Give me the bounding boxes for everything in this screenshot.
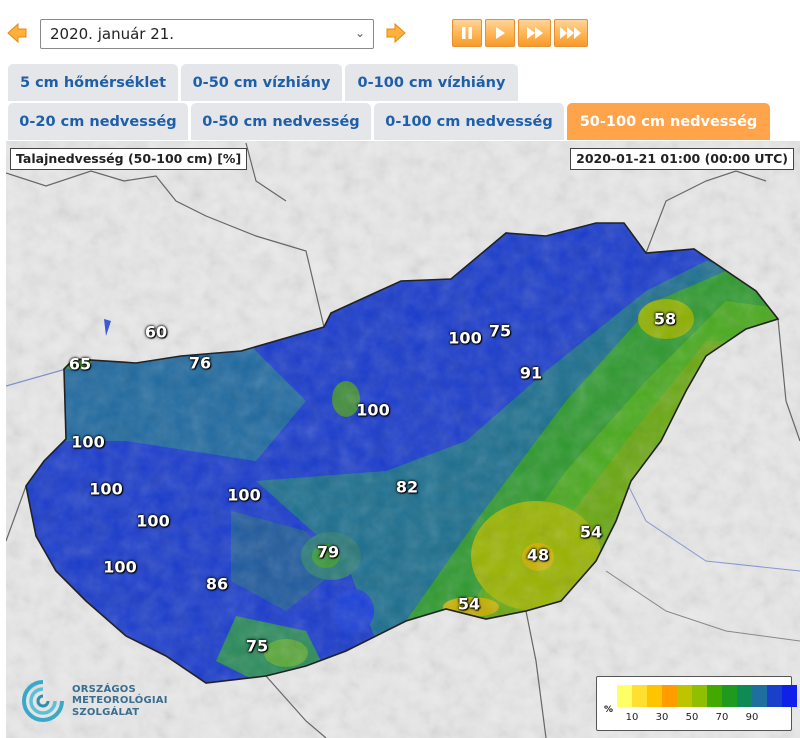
tab-0-50cm-water-deficit[interactable]: 0-50 cm vízhiány: [181, 64, 342, 101]
tab-0-20cm-moisture[interactable]: 0-20 cm nedvesség: [8, 103, 188, 140]
soil-moisture-map: Talajnedvesség (50-100 cm) [%] 2020-01-2…: [6, 141, 800, 738]
legend-tick-label: 70: [715, 712, 729, 723]
map-timestamp: 2020-01-21 01:00 (00:00 UTC): [570, 148, 794, 170]
color-legend: % 10 30 50 70 90: [596, 676, 797, 731]
legend-swatch: [722, 685, 737, 707]
map-value-label: 100: [356, 400, 390, 420]
fastest-forward-icon: [560, 27, 581, 39]
legend-swatch: [767, 685, 782, 707]
legend-swatch: [677, 685, 692, 707]
legend-tick-label: 10: [625, 712, 639, 723]
legend-swatch: [632, 685, 647, 707]
map-value-label: 100: [227, 485, 261, 505]
map-value-label: 60: [144, 322, 168, 342]
next-day-arrow-icon[interactable]: [385, 22, 407, 44]
legend-swatch: [692, 685, 707, 707]
animation-player: [452, 19, 588, 47]
date-select[interactable]: 2020. január 21. ⌄: [40, 19, 374, 49]
map-value-label: 75: [488, 321, 512, 341]
map-value-label: 91: [519, 363, 543, 383]
chevron-down-icon: ⌄: [354, 26, 365, 40]
date-select-value: 2020. január 21.: [50, 25, 175, 43]
map-value-label: 100: [71, 432, 105, 452]
play-button[interactable]: [485, 19, 515, 47]
map-value-label: 54: [457, 594, 481, 614]
legend-swatch: [707, 685, 722, 707]
map-graphic: [6, 141, 800, 738]
legend-tick-label: 50: [685, 712, 699, 723]
map-value-label: 48: [526, 545, 550, 565]
legend-swatch: [617, 685, 632, 707]
legend-swatch: [782, 685, 797, 707]
legend-tick-label: 30: [655, 712, 669, 723]
legend-tick-label: 90: [745, 712, 759, 723]
map-value-label: 54: [579, 522, 603, 542]
tab-5cm-temperature[interactable]: 5 cm hőmérséklet: [8, 64, 178, 101]
tab-0-100cm-moisture[interactable]: 0-100 cm nedvesség: [374, 103, 564, 140]
logo-line1: ORSZÁGOS: [72, 683, 136, 695]
map-value-label: 65: [68, 354, 92, 374]
map-value-label: 58: [653, 309, 677, 329]
tab-50-100cm-moisture[interactable]: 50-100 cm nedvesség: [567, 103, 770, 140]
map-value-label: 76: [188, 353, 212, 373]
map-value-label: 100: [89, 479, 123, 499]
legend-unit: %: [604, 705, 614, 715]
map-value-label: 82: [395, 477, 419, 497]
logo-line2: METEOROLÓGIAI: [72, 695, 168, 707]
map-value-label: 86: [205, 574, 229, 594]
map-value-label: 100: [103, 557, 137, 577]
previous-day-arrow-icon[interactable]: [6, 22, 28, 44]
map-value-label: 100: [136, 511, 170, 531]
map-title: Talajnedvesség (50-100 cm) [%]: [10, 148, 248, 170]
logo-line3: SZOLGÁLAT: [72, 706, 140, 718]
play-icon: [496, 27, 505, 39]
legend-swatches: [617, 685, 797, 707]
pause-icon: [462, 27, 472, 39]
fast-forward-icon: [526, 27, 543, 39]
map-value-label: 79: [316, 542, 340, 562]
fast-forward-button[interactable]: [518, 19, 551, 47]
legend-swatch: [647, 685, 662, 707]
omsz-logo: ORSZÁGOS METEOROLÓGIAI SZOLGÁLAT: [20, 678, 168, 724]
map-value-label: 75: [245, 636, 269, 656]
swirl-logo-icon: [22, 680, 64, 722]
tab-0-100cm-water-deficit[interactable]: 0-100 cm vízhiány: [345, 64, 518, 101]
legend-swatch: [662, 685, 677, 707]
pause-button[interactable]: [452, 19, 482, 47]
fastest-forward-button[interactable]: [554, 19, 588, 47]
tab-0-50cm-moisture[interactable]: 0-50 cm nedvesség: [191, 103, 371, 140]
map-value-label: 100: [448, 328, 482, 348]
legend-swatch: [752, 685, 767, 707]
legend-swatch: [737, 685, 752, 707]
